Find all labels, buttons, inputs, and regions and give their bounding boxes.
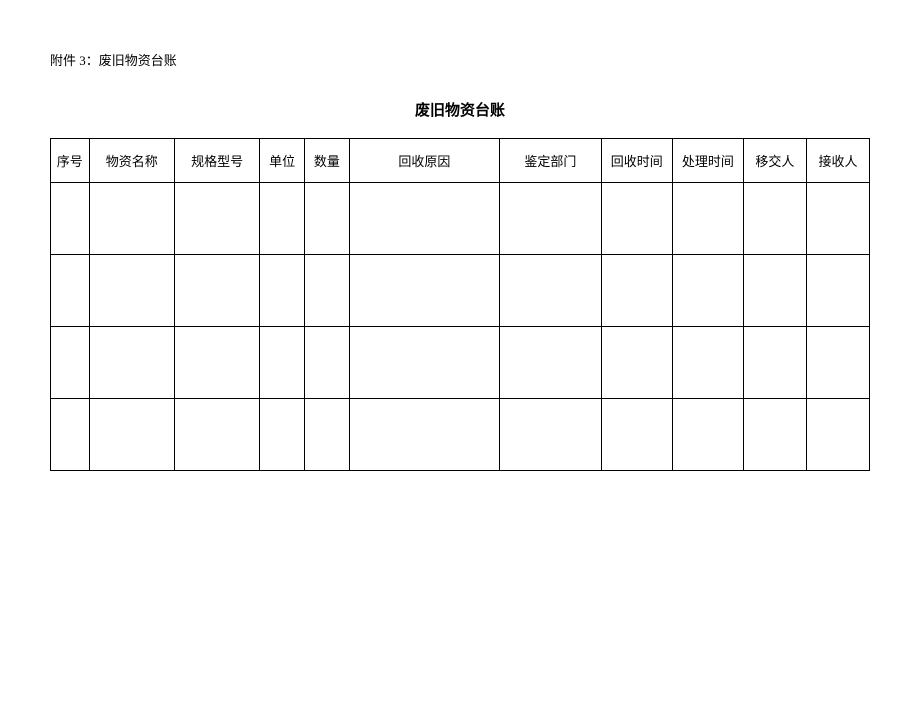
cell-ptime [672,399,743,471]
cell-unit [260,183,305,255]
cell-receiver [806,327,869,399]
cell-name [89,327,174,399]
cell-qty [305,399,350,471]
cell-name [89,255,174,327]
header-receiver: 接收人 [806,139,869,183]
cell-dept [500,255,602,327]
cell-name [89,183,174,255]
cell-dept [500,399,602,471]
header-qty: 数量 [305,139,350,183]
cell-reason [349,255,499,327]
cell-receiver [806,255,869,327]
header-unit: 单位 [260,139,305,183]
header-reason: 回收原因 [349,139,499,183]
page-title: 废旧物资台账 [50,99,870,120]
table-row [51,183,870,255]
cell-spec [174,183,259,255]
table-body [51,183,870,471]
cell-handover [743,399,806,471]
attachment-label: 附件 3：废旧物资台账 [50,50,870,69]
cell-unit [260,327,305,399]
cell-handover [743,183,806,255]
header-spec: 规格型号 [174,139,259,183]
cell-rtime [601,327,672,399]
cell-reason [349,399,499,471]
cell-seq [51,399,90,471]
cell-seq [51,327,90,399]
table-row [51,399,870,471]
cell-unit [260,255,305,327]
cell-spec [174,399,259,471]
cell-rtime [601,255,672,327]
header-rtime: 回收时间 [601,139,672,183]
cell-ptime [672,327,743,399]
cell-reason [349,327,499,399]
table-header-row: 序号 物资名称 规格型号 单位 数量 回收原因 鉴定部门 回收时间 处理时间 移… [51,139,870,183]
header-ptime: 处理时间 [672,139,743,183]
cell-seq [51,255,90,327]
cell-spec [174,327,259,399]
cell-dept [500,183,602,255]
cell-reason [349,183,499,255]
cell-rtime [601,183,672,255]
cell-seq [51,183,90,255]
cell-receiver [806,183,869,255]
cell-receiver [806,399,869,471]
table-row [51,327,870,399]
header-handover: 移交人 [743,139,806,183]
cell-rtime [601,399,672,471]
cell-unit [260,399,305,471]
cell-dept [500,327,602,399]
header-dept: 鉴定部门 [500,139,602,183]
header-seq: 序号 [51,139,90,183]
cell-qty [305,255,350,327]
cell-handover [743,255,806,327]
ledger-table: 序号 物资名称 规格型号 单位 数量 回收原因 鉴定部门 回收时间 处理时间 移… [50,138,870,471]
cell-handover [743,327,806,399]
header-name: 物资名称 [89,139,174,183]
table-row [51,255,870,327]
cell-qty [305,327,350,399]
cell-spec [174,255,259,327]
cell-qty [305,183,350,255]
cell-ptime [672,183,743,255]
cell-name [89,399,174,471]
cell-ptime [672,255,743,327]
